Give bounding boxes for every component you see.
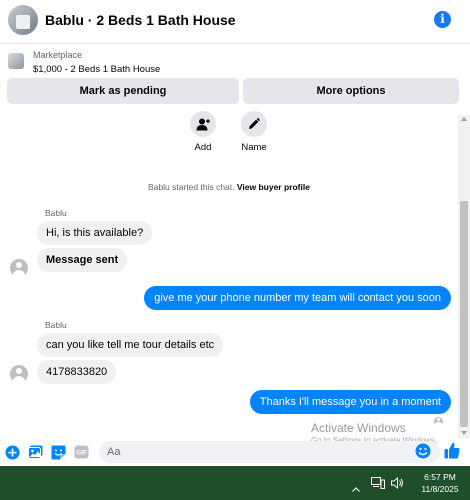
plus-icon[interactable]	[4, 444, 20, 460]
taskbar-clock[interactable]: 6:57 PM 11/8/2025	[412, 471, 468, 495]
message-bubble-outgoing[interactable]: give me your phone number my team will c…	[144, 286, 451, 310]
scroll-up-arrow-icon[interactable]	[461, 117, 467, 121]
add-people-action[interactable]: Add	[183, 111, 223, 153]
more-options-button[interactable]: More options	[243, 78, 459, 104]
name-action-label: Name	[241, 142, 267, 153]
chat-started-notice: Bablu started this chat. View buyer prof…	[0, 182, 458, 192]
marketplace-listing-panel: Marketplace $1,000 - 2 Beds 1 Bath House…	[0, 44, 470, 115]
message-bubble-incoming[interactable]: can you like tell me tour details etc	[37, 333, 224, 357]
seen-indicator-avatar	[434, 417, 443, 426]
chat-header: Bablu · 2 Beds 1 Bath House i	[0, 0, 470, 44]
gif-icon[interactable]: GIF	[73, 444, 89, 460]
sender-name: Bablu	[45, 320, 67, 330]
sender-avatar[interactable]	[10, 259, 28, 277]
message-bubble-incoming[interactable]: Hi, is this available?	[37, 221, 153, 245]
message-bubble-incoming[interactable]: 4178833820	[37, 360, 117, 384]
message-bubble-outgoing[interactable]: Thanks I'll message you in a moment	[249, 390, 451, 414]
network-icon[interactable]	[371, 476, 385, 494]
gif-icon-text: GIF	[76, 450, 87, 457]
windows-taskbar: 6:57 PM 11/8/2025	[0, 466, 470, 500]
marketplace-label: Marketplace	[33, 50, 83, 60]
sender-avatar[interactable]	[10, 365, 28, 383]
listing-avatar[interactable]	[8, 5, 38, 35]
message-composer: GIF Aa	[0, 438, 470, 466]
mark-as-pending-button[interactable]: Mark as pending	[7, 78, 239, 104]
chat-title[interactable]: Bablu · 2 Beds 1 Bath House	[45, 12, 236, 28]
like-icon[interactable]	[444, 442, 460, 458]
view-buyer-profile-link[interactable]: View buyer profile	[237, 182, 310, 192]
emoji-icon[interactable]	[415, 443, 431, 459]
chevron-up-icon[interactable]	[352, 479, 360, 497]
sender-name: Bablu	[45, 208, 67, 218]
pencil-icon[interactable]	[241, 111, 267, 137]
add-action-label: Add	[194, 142, 212, 153]
listing-thumbnail[interactable]	[8, 53, 24, 69]
add-person-icon[interactable]	[190, 111, 216, 137]
scroll-down-arrow-icon[interactable]	[461, 431, 467, 435]
chat-scrollbar-thumb[interactable]	[460, 201, 468, 427]
listing-title[interactable]: $1,000 - 2 Beds 1 Bath House	[33, 64, 160, 75]
message-input[interactable]: Aa	[99, 441, 440, 463]
photo-icon[interactable]	[27, 444, 43, 460]
message-list: Add Name Bablu started this chat. View b…	[0, 111, 458, 438]
volume-icon[interactable]	[391, 476, 404, 494]
chat-started-text: Bablu started this chat.	[148, 182, 235, 192]
clock-date: 11/8/2025	[421, 484, 459, 494]
info-icon[interactable]: i	[434, 11, 451, 28]
message-bubble-incoming[interactable]: Message sent	[37, 248, 128, 272]
sticker-icon[interactable]	[50, 444, 66, 460]
name-chat-action[interactable]: Name	[234, 111, 274, 153]
activate-windows-watermark: Activate Windows	[311, 421, 406, 435]
messenger-chat-window: Bablu · 2 Beds 1 Bath House i Marketplac…	[0, 0, 470, 466]
clock-time: 6:57 PM	[424, 472, 456, 482]
